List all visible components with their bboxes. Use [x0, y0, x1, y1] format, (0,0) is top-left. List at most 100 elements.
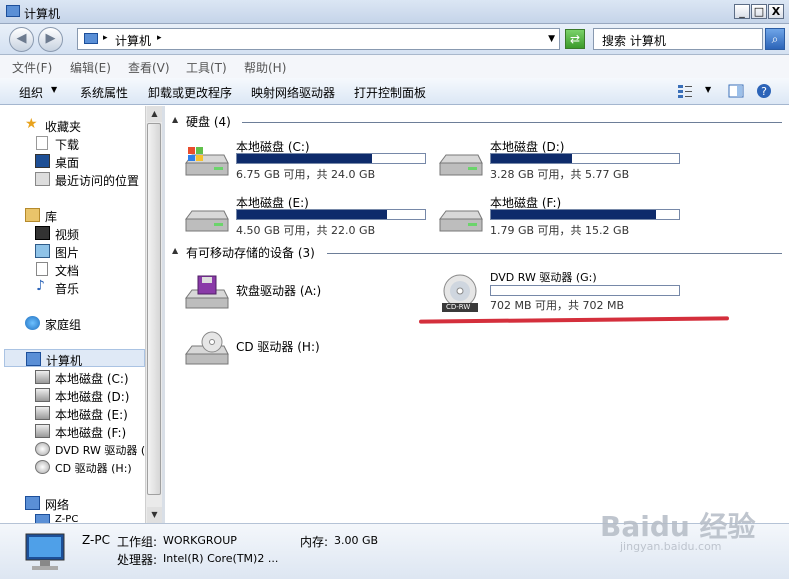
cd-drive-icon	[35, 460, 50, 474]
drive-cd[interactable]: CD 驱动器 (H:)	[182, 326, 432, 376]
address-bar-row: ◀ ▶ ▸ 计算机 ▸ ▼ ⇄ 搜索 计算机 ⌕	[0, 24, 789, 55]
command-bar: 组织 ▼ 系统属性 卸载或更改程序 映射网络驱动器 打开控制面板 ▼ ?	[0, 78, 789, 105]
drive-c[interactable]: 本地磁盘 (C:) 6.75 GB 可用，共 24.0 GB	[182, 139, 432, 189]
system-properties-button[interactable]: 系统属性	[80, 84, 128, 101]
hard-drive-icon	[185, 210, 229, 232]
memory-value: 3.00 GB	[334, 534, 379, 547]
nav-library-label: 库	[45, 210, 58, 224]
nav-item-label: 桌面	[55, 156, 80, 170]
nav-item-dvd-drive[interactable]: DVD RW 驱动器 (	[0, 440, 145, 458]
minimize-button[interactable]: _	[734, 4, 750, 19]
baidu-jingyan-watermark: Baidu 经验	[600, 510, 756, 543]
nav-item-cd-drive[interactable]: CD 驱动器 (H:)	[0, 458, 145, 476]
nav-item-downloads[interactable]: 下载	[0, 134, 145, 152]
group-title: 有可移动存储的设备 (3)	[186, 246, 315, 260]
refresh-button[interactable]: ⇄	[565, 29, 585, 49]
drive-usage-bar	[490, 285, 680, 296]
menu-view[interactable]: 查看(V)	[128, 59, 170, 76]
computer-icon	[84, 33, 98, 44]
menu-file[interactable]: 文件(F)	[12, 59, 52, 76]
nav-item-label: CD 驱动器 (H:)	[55, 462, 132, 475]
breadcrumb-arrow-icon[interactable]: ▸	[103, 33, 108, 43]
open-control-panel-button[interactable]: 打开控制面板	[354, 84, 426, 101]
window-title: 计算机	[24, 7, 61, 21]
nav-item-drive-f[interactable]: 本地磁盘 (F:)	[0, 422, 145, 440]
drive-usage-bar	[236, 209, 426, 220]
star-icon: ★	[25, 116, 38, 132]
menu-help[interactable]: 帮助(H)	[244, 59, 286, 76]
nav-item-music[interactable]: ♪ 音乐	[0, 278, 145, 296]
drive-f[interactable]: 本地磁盘 (F:) 1.79 GB 可用，共 15.2 GB	[436, 195, 686, 245]
system-hard-drive-icon	[185, 147, 229, 176]
collapse-arrow-icon[interactable]: ▲	[172, 246, 178, 255]
nav-item-desktop[interactable]: 桌面	[0, 152, 145, 170]
nav-item-recent[interactable]: 最近访问的位置	[0, 170, 145, 188]
desktop-icon	[35, 154, 50, 168]
nav-homegroup[interactable]: 家庭组	[0, 314, 145, 332]
forward-button[interactable]: ▶	[38, 27, 63, 52]
nav-item-pictures[interactable]: 图片	[0, 242, 145, 260]
nav-computer-label: 计算机	[46, 354, 83, 368]
menu-edit[interactable]: 编辑(E)	[70, 59, 111, 76]
nav-item-zpc[interactable]: Z-PC	[0, 512, 145, 523]
chevron-down-icon[interactable]: ▼	[51, 85, 57, 94]
documents-icon	[36, 262, 48, 276]
nav-item-label: 图片	[55, 246, 80, 260]
nav-item-drive-c[interactable]: 本地磁盘 (C:)	[0, 368, 145, 386]
computer-icon	[35, 514, 50, 523]
nav-computer[interactable]: 计算机	[4, 349, 145, 368]
collapse-arrow-icon[interactable]: ▲	[172, 115, 178, 124]
nav-item-label: Z-PC	[55, 514, 79, 523]
address-box[interactable]: ▸ 计算机 ▸ ▼	[77, 28, 560, 50]
drive-name: CD 驱动器 (H:)	[236, 340, 320, 354]
drive-space-info: 702 MB 可用，共 702 MB	[490, 299, 625, 312]
workgroup-label: 工作组:	[117, 535, 158, 549]
search-icon[interactable]: ⌕	[765, 28, 785, 50]
search-input[interactable]: 搜索 计算机	[593, 28, 763, 50]
computer-icon	[25, 533, 65, 570]
menu-tools[interactable]: 工具(T)	[186, 59, 227, 76]
nav-network[interactable]: 网络	[0, 494, 145, 512]
drive-name: 软盘驱动器 (A:)	[236, 284, 322, 298]
nav-favorites[interactable]: ★ 收藏夹	[0, 116, 145, 134]
nav-item-documents[interactable]: 文档	[0, 260, 145, 278]
group-header-hard-drives[interactable]: ▲ 硬盘 (4)	[172, 115, 782, 129]
scroll-thumb[interactable]	[147, 123, 161, 495]
recent-places-icon	[35, 172, 50, 186]
organize-button[interactable]: 组织	[19, 84, 43, 101]
drive-d[interactable]: 本地磁盘 (D:) 3.28 GB 可用，共 5.77 GB	[436, 139, 686, 189]
group-header-removable[interactable]: ▲ 有可移动存储的设备 (3)	[172, 246, 782, 260]
cpu-label: 处理器:	[117, 553, 158, 567]
nav-item-drive-e[interactable]: 本地磁盘 (E:)	[0, 404, 145, 422]
homegroup-icon	[25, 316, 40, 330]
nav-library[interactable]: 库	[0, 206, 145, 224]
video-icon	[35, 226, 50, 240]
nav-network-label: 网络	[45, 498, 70, 512]
view-options-icon[interactable]	[677, 83, 693, 99]
scroll-up-icon[interactable]: ▲	[147, 106, 162, 122]
close-button[interactable]: X	[768, 4, 784, 19]
nav-scrollbar[interactable]: ▲ ▼	[145, 106, 162, 523]
nav-item-label: 本地磁盘 (C:)	[55, 372, 129, 386]
menu-bar: 文件(F) 编辑(E) 查看(V) 工具(T) 帮助(H)	[0, 55, 789, 78]
maximize-button[interactable]: □	[751, 4, 767, 19]
group-divider	[327, 253, 782, 254]
map-network-drive-button[interactable]: 映射网络驱动器	[251, 84, 335, 101]
preview-pane-icon[interactable]	[728, 83, 744, 99]
nav-item-drive-d[interactable]: 本地磁盘 (D:)	[0, 386, 145, 404]
help-icon[interactable]: ?	[756, 83, 772, 99]
nav-item-videos[interactable]: 视频	[0, 224, 145, 242]
chevron-down-icon[interactable]: ▼	[548, 34, 555, 44]
download-folder-icon	[36, 136, 48, 150]
chevron-down-icon[interactable]: ▼	[705, 85, 711, 94]
drive-floppy[interactable]: 软盘驱动器 (A:)	[182, 270, 432, 320]
uninstall-program-button[interactable]: 卸载或更改程序	[148, 84, 232, 101]
breadcrumb-arrow-icon[interactable]: ▸	[157, 33, 162, 43]
drive-e[interactable]: 本地磁盘 (E:) 4.50 GB 可用，共 22.0 GB	[182, 195, 432, 245]
scroll-down-icon[interactable]: ▼	[147, 507, 162, 523]
drive-dvd-rw[interactable]: CD-RW DVD RW 驱动器 (G:) 702 MB 可用，共 702 MB	[436, 270, 686, 320]
back-button[interactable]: ◀	[9, 27, 34, 52]
drive-space-info: 6.75 GB 可用，共 24.0 GB	[236, 168, 376, 181]
group-divider	[242, 122, 782, 123]
breadcrumb-computer[interactable]: 计算机	[115, 32, 151, 49]
